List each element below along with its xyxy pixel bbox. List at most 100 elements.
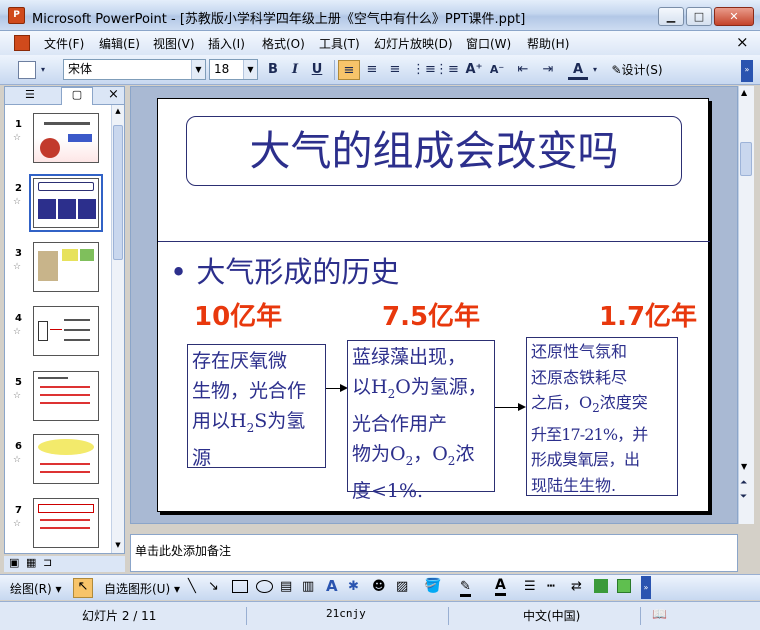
slide-thumbnail-6[interactable]: [33, 434, 99, 484]
slide-canvas[interactable]: 大气的组成会改变吗 • 大气形成的历史 10亿年 7.5亿年 1.7亿年 存在厌…: [157, 98, 710, 512]
decrease-font-button[interactable]: A⁻: [487, 60, 507, 80]
menu-tools[interactable]: 工具(T): [319, 35, 360, 52]
oval-tool-icon[interactable]: [256, 580, 273, 593]
decrease-indent-button[interactable]: ⇤: [513, 60, 533, 80]
font-color-draw-icon[interactable]: A: [495, 577, 506, 596]
scroll-down-icon[interactable]: ▼: [741, 462, 747, 471]
design-button[interactable]: ✎设计(S): [608, 60, 666, 80]
wordart-icon[interactable]: A: [326, 577, 338, 595]
italic-button[interactable]: I: [286, 60, 304, 80]
menu-view[interactable]: 视图(V): [153, 35, 195, 52]
previous-slide-icon[interactable]: ⏶: [740, 478, 747, 488]
font-size-combo[interactable]: 18 ▼: [209, 59, 258, 80]
line-color-icon[interactable]: ✎: [460, 579, 471, 597]
box-text: 浓度突: [599, 393, 648, 412]
arrow-tool-icon[interactable]: ↘: [208, 579, 219, 594]
toolbar-overflow-icon[interactable]: »: [641, 576, 651, 599]
font-name-combo[interactable]: 宋体 ▼: [63, 59, 206, 80]
scroll-up-icon[interactable]: ▲: [113, 107, 123, 117]
chevron-down-icon[interactable]: ▼: [243, 60, 257, 79]
rectangle-tool-icon[interactable]: [232, 580, 248, 593]
slides-tab-icon[interactable]: ▢: [61, 87, 93, 105]
text-box-1[interactable]: 存在厌氧微 生物，光合作 用以H2S为氢 源: [187, 344, 326, 469]
bullet-heading[interactable]: • 大气形成的历史: [170, 249, 399, 291]
scrollbar-thumb[interactable]: [113, 125, 123, 260]
document-icon[interactable]: [14, 35, 30, 51]
transition-icon: ☆: [13, 262, 22, 272]
pane-close-button[interactable]: ×: [108, 87, 119, 102]
vertical-textbox-icon[interactable]: ▥: [302, 579, 314, 594]
underline-button[interactable]: U: [308, 60, 326, 80]
3d-style-icon[interactable]: [617, 579, 631, 593]
next-slide-icon[interactable]: ⏷: [740, 492, 747, 502]
slides-pane-scrollbar[interactable]: ▲ ▼: [111, 105, 124, 553]
normal-view-icon[interactable]: ▣: [9, 556, 19, 569]
text-box-3[interactable]: 还原性气氛和 还原态铁耗尽 之后，O2浓度突 升至17-21%，并 形成臭氧层，…: [526, 337, 678, 496]
bold-button[interactable]: B: [264, 60, 282, 80]
slide-thumbnail-2[interactable]: [33, 178, 99, 228]
scroll-down-icon[interactable]: ▼: [113, 541, 123, 551]
draw-menu-button[interactable]: 绘图(R) ▾: [10, 580, 62, 597]
dash-style-icon[interactable]: ┅: [547, 579, 555, 594]
font-color-button[interactable]: A: [568, 60, 588, 80]
menu-insert[interactable]: 插入(I): [208, 35, 245, 52]
maximize-button[interactable]: □: [686, 7, 712, 26]
line-tool-icon[interactable]: ╲: [188, 579, 196, 594]
slide-title: 大气的组成会改变吗: [249, 127, 619, 175]
align-right-button[interactable]: ≡: [385, 60, 405, 80]
scrollbar-thumb[interactable]: [740, 142, 752, 176]
slide-scrollbar[interactable]: ▲ ▼ ⏶ ⏷: [738, 86, 754, 524]
minimize-button[interactable]: ▁: [658, 7, 684, 26]
shadow-style-icon[interactable]: [594, 579, 608, 593]
slide-thumbnail-4[interactable]: [33, 306, 99, 356]
scroll-up-icon[interactable]: ▲: [741, 88, 747, 97]
autoshapes-menu-button[interactable]: 自选图形(U) ▾: [104, 580, 180, 597]
line-style-icon[interactable]: ☰: [524, 579, 536, 594]
bullet-list-button[interactable]: ⋮≡: [435, 60, 459, 80]
slide-thumbnail-7[interactable]: [33, 498, 99, 548]
toolbar-options-icon[interactable]: ▾: [38, 60, 48, 80]
diagram-icon[interactable]: ✱: [348, 579, 359, 594]
menu-format[interactable]: 格式(O): [262, 35, 305, 52]
slide-thumbnail-1[interactable]: [33, 113, 99, 163]
menu-window[interactable]: 窗口(W): [466, 35, 511, 52]
align-left-button[interactable]: ≡: [338, 60, 360, 80]
box-text: 度<1%.: [352, 479, 424, 502]
chevron-down-icon[interactable]: ▼: [191, 60, 205, 79]
spelling-status-icon[interactable]: 📖: [652, 607, 667, 621]
box-text: 蓝绿藻出现，: [352, 346, 467, 368]
powerpoint-icon[interactable]: P: [8, 7, 25, 24]
chevron-down-icon[interactable]: ▾: [590, 60, 600, 80]
text-box-2[interactable]: 蓝绿藻出现， 以H2O为氢源， 光合作用产 物为O2，O2浓 度<1%.: [347, 340, 495, 502]
menu-slideshow[interactable]: 幻灯片放映(D): [374, 35, 453, 52]
menu-file[interactable]: 文件(F): [44, 35, 84, 52]
slide-thumbnail-3[interactable]: [33, 242, 99, 292]
close-button[interactable]: ✕: [714, 7, 754, 26]
numbered-list-button[interactable]: ⋮≡: [412, 60, 436, 80]
select-pointer-icon[interactable]: ↖: [73, 578, 93, 598]
notes-pane[interactable]: 单击此处添加备注: [130, 534, 738, 572]
menu-edit[interactable]: 编辑(E): [99, 35, 140, 52]
close-document-button[interactable]: ×: [736, 33, 749, 51]
thumb-block: [62, 249, 78, 261]
menu-help[interactable]: 帮助(H): [527, 35, 569, 52]
title-placeholder[interactable]: 大气的组成会改变吗: [186, 116, 682, 186]
slide-thumbnail-5[interactable]: [33, 371, 99, 421]
picture-icon[interactable]: ▨: [396, 579, 408, 594]
increase-indent-button[interactable]: ⇥: [538, 60, 558, 80]
thumb-image: [38, 439, 94, 455]
toolbar-overflow-icon[interactable]: »: [741, 60, 753, 82]
increase-font-button[interactable]: A⁺: [464, 60, 484, 80]
align-center-button[interactable]: ≡: [362, 60, 382, 80]
slideshow-icon[interactable]: ⊐: [43, 556, 52, 569]
autoshapes-label: 自选图形(U): [104, 582, 171, 596]
clipart-icon[interactable]: ☻: [372, 579, 386, 594]
outline-tab-icon[interactable]: ☰: [25, 88, 35, 101]
fill-color-icon[interactable]: 🪣: [424, 578, 441, 594]
arrow-style-icon[interactable]: ⇄: [571, 579, 582, 594]
textbox-tool-icon[interactable]: ▤: [280, 579, 292, 594]
slide-sorter-icon[interactable]: ▦: [26, 556, 36, 569]
new-document-icon[interactable]: [18, 61, 36, 79]
box-text: 现陆生生物.: [531, 475, 617, 495]
thumb-number: 7: [15, 505, 22, 516]
